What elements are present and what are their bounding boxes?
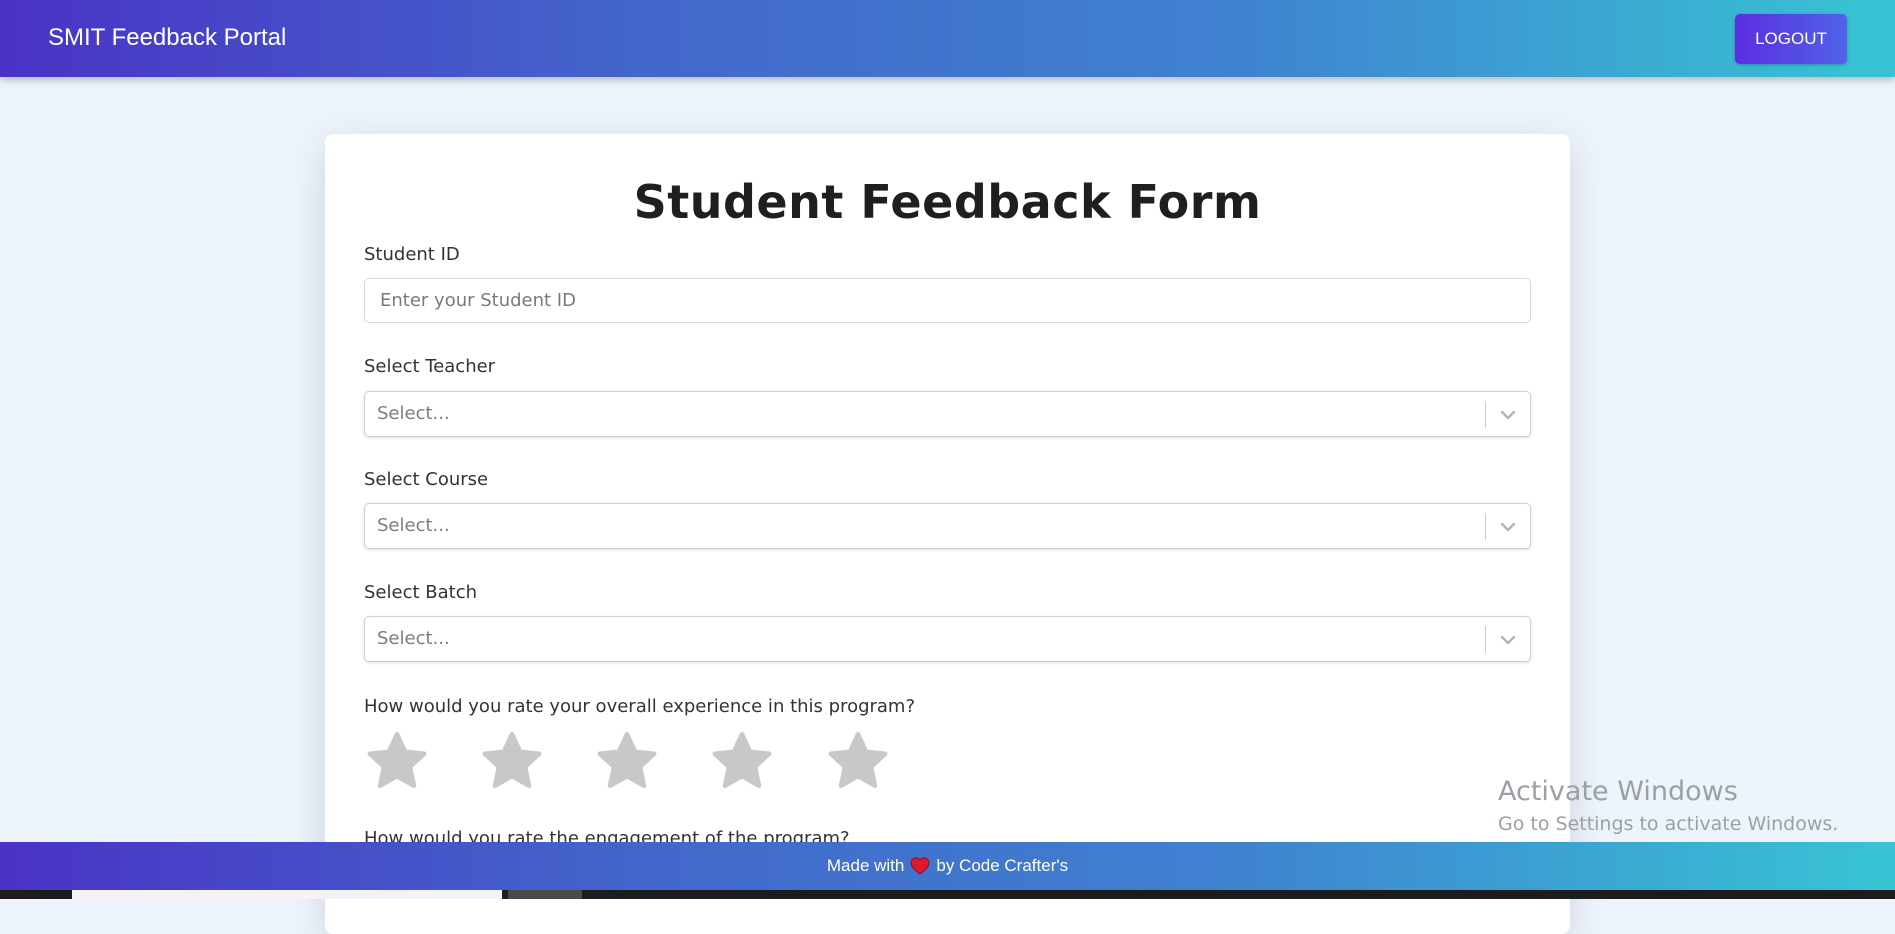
navbar: SMIT Feedback Portal LOGOUT: [0, 0, 1895, 77]
windows-activation-watermark: Activate Windows Go to Settings to activ…: [1498, 776, 1838, 835]
star-icon[interactable]: [478, 728, 546, 796]
footer: Made with by Code Crafter's: [0, 842, 1895, 890]
star-icon[interactable]: [824, 728, 892, 796]
footer-prefix: Made with: [826, 856, 905, 875]
star-icon[interactable]: [593, 728, 661, 796]
taskbar-window[interactable]: [72, 890, 502, 899]
course-select[interactable]: Select...: [364, 503, 1531, 549]
select-separator: [1485, 513, 1486, 540]
taskbar: [0, 890, 1895, 899]
chevron-down-icon[interactable]: [1498, 405, 1518, 425]
question-overall-experience: How would you rate your overall experien…: [364, 696, 916, 717]
student-id-input[interactable]: [364, 278, 1531, 323]
teacher-label: Select Teacher: [364, 356, 496, 377]
select-separator: [1485, 626, 1486, 653]
batch-select-placeholder: Select...: [377, 628, 450, 649]
watermark-title: Activate Windows: [1498, 776, 1738, 807]
course-select-placeholder: Select...: [377, 515, 450, 536]
heart-icon: [910, 857, 930, 875]
student-id-label: Student ID: [364, 244, 460, 265]
course-label: Select Course: [364, 469, 489, 490]
footer-suffix: by Code Crafter's: [936, 856, 1069, 875]
watermark-subtitle: Go to Settings to activate Windows.: [1498, 813, 1839, 835]
chevron-down-icon[interactable]: [1498, 630, 1518, 650]
teacher-select-placeholder: Select...: [377, 403, 450, 424]
star-icon[interactable]: [708, 728, 776, 796]
brand-title[interactable]: SMIT Feedback Portal: [48, 24, 286, 52]
taskbar-window[interactable]: [508, 890, 582, 899]
batch-select[interactable]: Select...: [364, 616, 1531, 662]
star-icon[interactable]: [363, 728, 431, 796]
teacher-select[interactable]: Select...: [364, 391, 1531, 437]
chevron-down-icon[interactable]: [1498, 517, 1518, 537]
logout-button[interactable]: LOGOUT: [1735, 14, 1847, 64]
page-title: Student Feedback Form: [633, 175, 1262, 229]
select-separator: [1485, 401, 1486, 428]
batch-label: Select Batch: [364, 582, 477, 603]
